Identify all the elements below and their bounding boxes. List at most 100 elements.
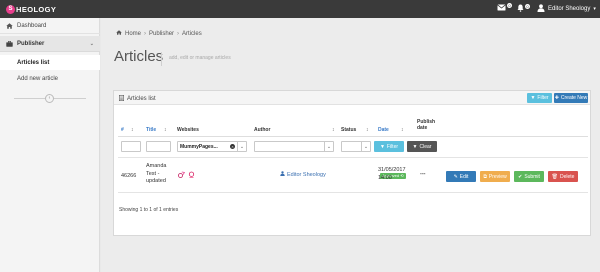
websites-filter-select[interactable]: MummyPages... × ⌄ bbox=[177, 141, 247, 152]
sort-icon: ↕ bbox=[401, 127, 404, 133]
column-header-title[interactable]: Title ↕ bbox=[146, 127, 167, 133]
sidebar-item-label: Publisher bbox=[17, 40, 45, 47]
submit-button[interactable]: ✔ Submit bbox=[514, 171, 544, 182]
breadcrumb-publisher[interactable]: Publisher bbox=[149, 31, 174, 37]
website-icons bbox=[178, 171, 198, 180]
article-date-text: 31/05/2017 14:00 bbox=[378, 167, 406, 182]
column-header-label: Title bbox=[146, 127, 157, 133]
create-new-button[interactable]: ✚ Create New bbox=[554, 93, 588, 103]
logo-mark: S bbox=[6, 5, 15, 14]
preview-label: Preview bbox=[488, 173, 507, 180]
edit-label: Edit bbox=[459, 173, 469, 180]
collapse-sidebar-button[interactable]: ‹ bbox=[45, 94, 54, 103]
apply-filter-button[interactable]: ▼ Filter bbox=[374, 141, 404, 152]
header-divider bbox=[118, 136, 588, 137]
dashboard-icon bbox=[5, 22, 13, 29]
sidebar-item-add-new-article[interactable]: Add new article bbox=[0, 71, 100, 86]
column-header-date[interactable]: Date ↕ bbox=[378, 127, 404, 133]
article-title[interactable]: Amanda Test - updated bbox=[146, 163, 167, 186]
chevron-down-icon: ⌄ bbox=[324, 142, 333, 151]
row-divider bbox=[118, 192, 588, 193]
filter-toggle-button[interactable]: ▼ Filter bbox=[527, 93, 552, 103]
sort-icon: ↕ bbox=[131, 127, 134, 133]
sidebar-item-label: Articles list bbox=[17, 59, 50, 66]
column-header-label: # bbox=[121, 127, 124, 133]
delete-button[interactable]: 🗑 Delete bbox=[548, 171, 578, 182]
column-header-author[interactable]: Author ↕ bbox=[254, 127, 335, 133]
breadcrumb-home[interactable]: Home bbox=[125, 31, 141, 37]
column-header-websites: Websites bbox=[177, 127, 199, 133]
messages-badge: 0 bbox=[507, 3, 512, 8]
notifications-button[interactable]: 0 bbox=[517, 3, 530, 12]
main-content: Home › Publisher › Articles Articles add… bbox=[101, 18, 600, 272]
preview-button[interactable]: ⧉ Preview bbox=[480, 171, 510, 182]
clear-selection-icon[interactable]: × bbox=[230, 144, 235, 149]
table-info: Showing 1 to 1 of 1 entries bbox=[119, 207, 179, 213]
article-date-line: 31/05/2017 bbox=[378, 167, 406, 173]
sidebar-item-label: Dashboard bbox=[17, 22, 47, 29]
filter-toggle-label: Filter bbox=[537, 95, 549, 101]
create-new-label: Create New bbox=[560, 95, 588, 101]
briefcase-icon bbox=[5, 40, 13, 47]
user-menu[interactable]: Editor Sheology ▾ bbox=[537, 3, 596, 14]
plus-icon: ✚ bbox=[554, 95, 559, 101]
column-header-label: date bbox=[417, 125, 428, 131]
id-filter-input[interactable] bbox=[121, 141, 141, 152]
sidebar-item-dashboard[interactable]: Dashboard bbox=[0, 18, 100, 34]
pencil-icon: ✎ bbox=[453, 173, 458, 180]
column-header-id[interactable]: # ↕ bbox=[121, 127, 134, 133]
breadcrumb-articles: Articles bbox=[182, 30, 202, 37]
user-icon bbox=[280, 171, 285, 180]
column-header-publish-date: Publish date bbox=[417, 119, 435, 131]
chevron-down-icon: ⌄ bbox=[361, 142, 370, 151]
article-author[interactable]: Editor Sheology bbox=[280, 171, 326, 180]
article-title-line: Amanda bbox=[146, 163, 167, 169]
chevron-down-icon: ⌄ bbox=[237, 142, 246, 151]
messages-button[interactable]: 0 bbox=[497, 3, 512, 11]
panel-title-text: Articles list bbox=[127, 96, 156, 102]
status-filter-select[interactable]: ⌄ bbox=[341, 141, 371, 152]
article-author-name: Editor Sheology bbox=[287, 171, 326, 178]
breadcrumb-separator: › bbox=[177, 30, 180, 37]
filter-icon: ▼ bbox=[412, 143, 418, 150]
panel-title: Articles list bbox=[119, 95, 156, 103]
chevron-left-icon: ‹ bbox=[48, 95, 51, 101]
author-filter-select[interactable]: ⌄ bbox=[254, 141, 334, 152]
edit-button[interactable]: ✎ Edit bbox=[446, 171, 476, 182]
site-logo-icon bbox=[188, 171, 195, 180]
top-navbar: S HEOLOGY 0 0 Editor Sheology ▾ bbox=[0, 0, 600, 18]
clear-filter-button[interactable]: ▼ Clear bbox=[407, 141, 437, 152]
page-subtitle: add, edit or manage articles bbox=[169, 55, 231, 61]
sidebar: Dashboard Publisher ⌄ Articles list Add … bbox=[0, 18, 100, 272]
sort-icon: ↕ bbox=[164, 127, 167, 133]
article-title-line: updated bbox=[146, 178, 166, 184]
panel-header: Articles list ▼ Filter ✚ Create New bbox=[114, 91, 590, 105]
sidebar-item-label: Add new article bbox=[17, 75, 59, 82]
home-icon bbox=[116, 30, 122, 37]
column-header-label: Date bbox=[378, 127, 389, 133]
filter-icon: ▼ bbox=[530, 95, 536, 101]
article-time-line: 14:00 bbox=[378, 174, 392, 181]
article-title-line: Test - bbox=[146, 170, 160, 177]
column-header-label: Websites bbox=[177, 127, 199, 133]
column-header-status[interactable]: Status ↕ bbox=[341, 127, 369, 133]
articles-panel: Articles list ▼ Filter ✚ Create New # ↕ … bbox=[113, 90, 591, 236]
clear-filter-label: Clear bbox=[419, 143, 432, 150]
logo-text: HEOLOGY bbox=[16, 5, 57, 14]
envelope-icon bbox=[497, 4, 506, 11]
article-publish-date: --- bbox=[420, 171, 426, 177]
delete-label: Delete bbox=[559, 173, 575, 180]
apply-filter-label: Filter bbox=[386, 143, 399, 150]
sidebar-item-articles-list[interactable]: Articles list bbox=[0, 55, 100, 70]
logo[interactable]: S HEOLOGY bbox=[6, 4, 56, 15]
title-filter-input[interactable] bbox=[146, 141, 171, 152]
sort-icon: ↕ bbox=[332, 127, 335, 133]
page-title: Articles bbox=[114, 48, 164, 65]
trash-icon: 🗑 bbox=[551, 173, 558, 180]
filter-divider bbox=[118, 157, 588, 158]
sidebar-item-publisher[interactable]: Publisher ⌄ bbox=[0, 36, 100, 52]
column-header-label: Author bbox=[254, 127, 271, 133]
bell-icon bbox=[517, 4, 524, 12]
breadcrumb: Home › Publisher › Articles bbox=[116, 30, 202, 37]
sort-icon: ↕ bbox=[366, 127, 369, 133]
